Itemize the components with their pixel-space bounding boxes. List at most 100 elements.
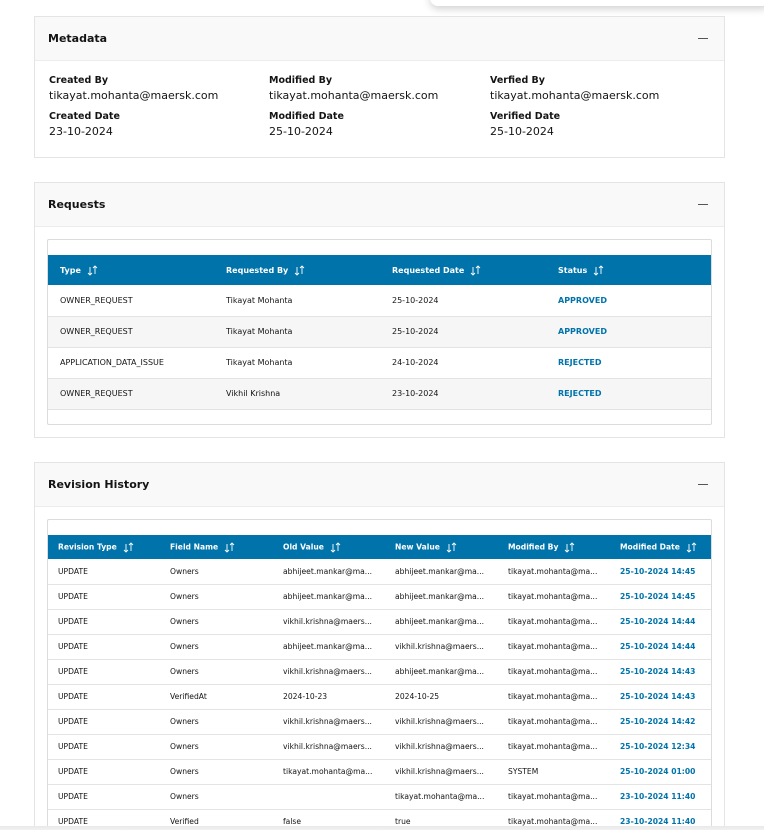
collapse-minus-icon[interactable] <box>698 484 708 485</box>
modified-date-cell: 25-10-2024 14:45 <box>610 559 711 585</box>
revision-type-cell: UPDATE <box>48 609 160 635</box>
requested-date-cell: 24-10-2024 <box>380 347 546 379</box>
sort-arrows-icon[interactable] <box>470 264 482 276</box>
created-date-value: 23-10-2024 <box>49 125 113 138</box>
modified-date-link[interactable]: 25-10-2024 14:45 <box>620 592 695 601</box>
sort-arrows-icon[interactable] <box>123 541 135 553</box>
requests-panel: Requests Type Requested By Requested Dat… <box>34 182 725 438</box>
new-value-cell: abhijeet.mankar@ma... <box>385 659 498 685</box>
table-row[interactable]: OWNER_REQUEST Tikayat Mohanta 25-10-2024 AP… <box>48 285 711 317</box>
field-name-cell: Owners <box>160 659 273 685</box>
field-name-cell: Owners <box>160 759 273 785</box>
table-row: UPDATE Owners vikhil.krishna@maers... vikhi… <box>48 734 711 760</box>
field-name-cell: Owners <box>160 784 273 810</box>
collapse-minus-icon[interactable] <box>698 204 708 205</box>
table-row: UPDATE VerifiedAt 2024-10-23 2024-10-25 tika… <box>48 684 711 710</box>
modified-date-label: Modified Date <box>269 111 344 122</box>
sort-arrows-icon[interactable] <box>446 541 458 553</box>
table-row[interactable]: APPLICATION_DATA_ISSUE Tikayat Mohanta 24-… <box>48 347 711 379</box>
modified-by-cell: tikayat.mohanta@ma... <box>498 634 610 660</box>
sort-arrows-icon[interactable] <box>564 541 576 553</box>
modified-by-cell: tikayat.mohanta@ma... <box>498 684 610 710</box>
revision-history-header[interactable]: Revision History <box>35 463 724 507</box>
column-header-field-name[interactable]: Field Name <box>160 535 273 559</box>
status-cell: APPROVED <box>546 285 711 317</box>
column-header-requested-date[interactable]: Requested Date <box>380 255 546 285</box>
modified-date-cell: 25-10-2024 14:44 <box>610 609 711 635</box>
sort-arrows-icon[interactable] <box>593 264 605 276</box>
metadata-grid: Created By tikayat.mohanta@maersk.com Mo… <box>35 61 724 157</box>
modified-by-cell: tikayat.mohanta@ma... <box>498 734 610 760</box>
requests-header-row: Type Requested By Requested Date Status <box>48 255 711 285</box>
requested-by-cell: Tikayat Mohanta <box>214 347 380 379</box>
table-row: UPDATE Owners tikayat.mohanta@ma... vikhil.… <box>48 759 711 785</box>
modified-date-cell: 23-10-2024 11:40 <box>610 784 711 810</box>
sort-arrows-icon[interactable] <box>330 541 342 553</box>
requests-table-container: Type Requested By Requested Date Status … <box>47 239 712 425</box>
modified-date-link[interactable]: 25-10-2024 14:44 <box>620 642 695 651</box>
requests-header[interactable]: Requests <box>35 183 724 227</box>
status-cell: REJECTED <box>546 378 711 410</box>
sort-arrows-icon[interactable] <box>294 264 306 276</box>
table-row[interactable]: OWNER_REQUEST Vikhil Krishna 23-10-2024 REJ… <box>48 378 711 410</box>
modified-by-value: tikayat.mohanta@maersk.com <box>269 89 439 102</box>
field-name-cell: Owners <box>160 734 273 760</box>
column-header-revision-type[interactable]: Revision Type <box>48 535 160 559</box>
revision-table-container: Revision Type Field Name Old Value New Valu… <box>47 519 712 830</box>
modified-by-label: Modified By <box>269 75 333 86</box>
requests-title: Requests <box>48 198 106 211</box>
type-cell: OWNER_REQUEST <box>48 285 214 317</box>
sort-arrows-icon[interactable] <box>686 541 698 553</box>
modified-date-value: 25-10-2024 <box>269 125 333 138</box>
revision-history-title: Revision History <box>48 478 150 491</box>
modified-date-link[interactable]: 23-10-2024 11:40 <box>620 792 695 801</box>
modified-date-link[interactable]: 23-10-2024 11:40 <box>620 817 695 826</box>
table-row: UPDATE Owners vikhil.krishna@maers... vikhi… <box>48 709 711 735</box>
revision-history-table: Revision Type Field Name Old Value New Valu… <box>48 535 711 830</box>
old-value-cell: 2024-10-23 <box>273 684 385 710</box>
column-header-old-value[interactable]: Old Value <box>273 535 385 559</box>
field-name-cell: VerifiedAt <box>160 684 273 710</box>
field-name-cell: Owners <box>160 634 273 660</box>
modified-date-cell: 25-10-2024 12:34 <box>610 734 711 760</box>
revision-header-row: Revision Type Field Name Old Value New Valu… <box>48 535 711 559</box>
collapse-minus-icon[interactable] <box>698 38 708 39</box>
modified-by-cell: tikayat.mohanta@ma... <box>498 584 610 610</box>
column-header-modified-date[interactable]: Modified Date <box>610 535 711 559</box>
column-header-modified-by[interactable]: Modified By <box>498 535 610 559</box>
new-value-cell: vikhil.krishna@maers... <box>385 734 498 760</box>
sort-arrows-icon[interactable] <box>224 541 236 553</box>
field-name-cell: Owners <box>160 609 273 635</box>
modified-date-link[interactable]: 25-10-2024 14:43 <box>620 692 695 701</box>
column-header-status[interactable]: Status <box>546 255 711 285</box>
column-header-type[interactable]: Type <box>48 255 214 285</box>
modified-date-link[interactable]: 25-10-2024 14:45 <box>620 567 695 576</box>
new-value-cell: abhijeet.mankar@ma... <box>385 559 498 585</box>
old-value-cell: abhijeet.mankar@ma... <box>273 634 385 660</box>
sort-arrows-icon[interactable] <box>87 264 99 276</box>
dropdown-shadow <box>430 0 764 6</box>
modified-date-cell: 25-10-2024 14:43 <box>610 659 711 685</box>
table-row: UPDATE Owners abhijeet.mankar@ma... vikhil.… <box>48 634 711 660</box>
type-cell: APPLICATION_DATA_ISSUE <box>48 347 214 379</box>
table-top-spacer <box>48 520 711 535</box>
modified-date-link[interactable]: 25-10-2024 14:42 <box>620 717 695 726</box>
requested-by-cell: Tikayat Mohanta <box>214 316 380 348</box>
table-row: UPDATE Owners abhijeet.mankar@ma... abhijee… <box>48 584 711 610</box>
modified-date-link[interactable]: 25-10-2024 14:44 <box>620 617 695 626</box>
modified-date-cell: 25-10-2024 14:43 <box>610 684 711 710</box>
column-header-new-value[interactable]: New Value <box>385 535 498 559</box>
column-header-requested-by[interactable]: Requested By <box>214 255 380 285</box>
metadata-header[interactable]: Metadata <box>35 17 724 61</box>
verified-by-field: Verfied By tikayat.mohanta@maersk.com <box>490 75 659 102</box>
revision-type-cell: UPDATE <box>48 684 160 710</box>
metadata-title: Metadata <box>48 32 108 45</box>
modified-date-link[interactable]: 25-10-2024 01:00 <box>620 767 695 776</box>
modified-date-link[interactable]: 25-10-2024 12:34 <box>620 742 695 751</box>
modified-by-cell: tikayat.mohanta@ma... <box>498 659 610 685</box>
table-row[interactable]: OWNER_REQUEST Tikayat Mohanta 25-10-2024 AP… <box>48 316 711 348</box>
revision-type-cell: UPDATE <box>48 734 160 760</box>
table-row: UPDATE Owners abhijeet.mankar@ma... abhijee… <box>48 559 711 585</box>
modified-by-cell: tikayat.mohanta@ma... <box>498 609 610 635</box>
modified-date-link[interactable]: 25-10-2024 14:43 <box>620 667 695 676</box>
